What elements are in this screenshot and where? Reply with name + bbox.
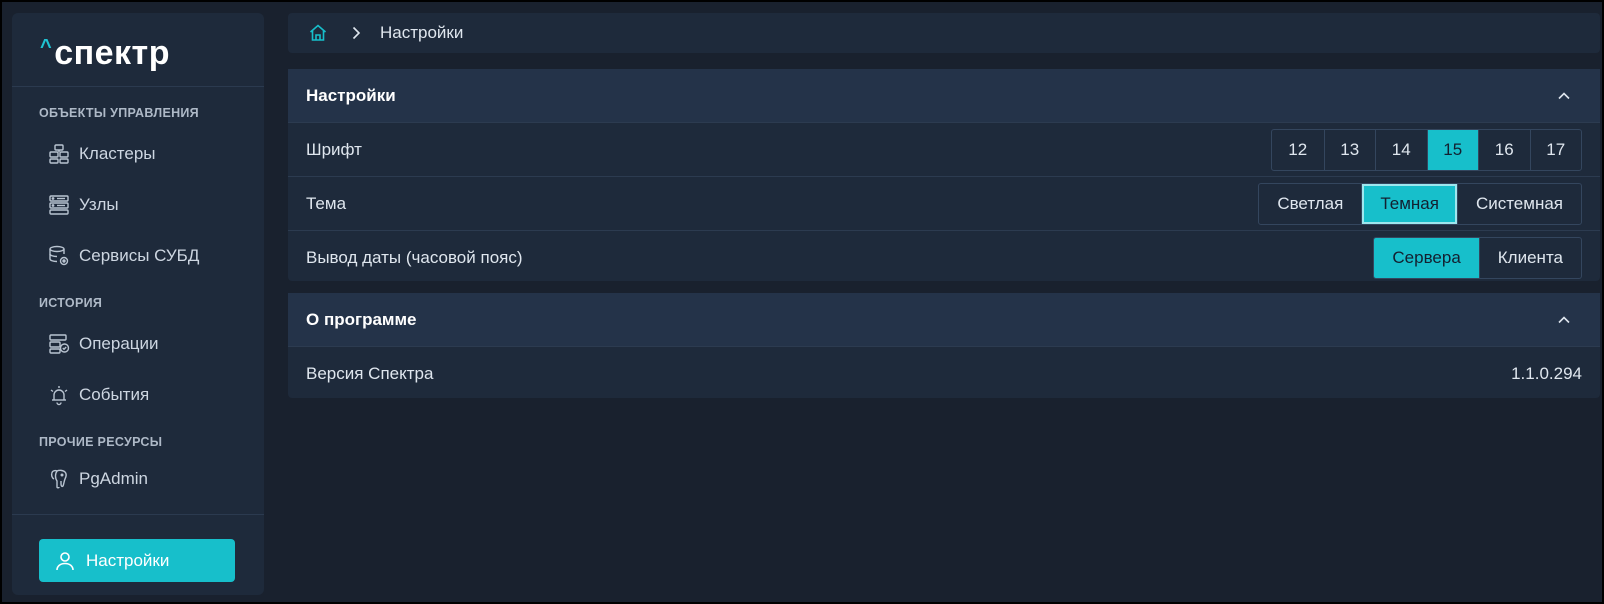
settings-panel: Настройки Шрифт 12 13 14 15 16 17 Тема С… [288,69,1600,281]
sidebar: ^спектр ОБЪЕКТЫ УПРАВЛЕНИЯ Кластеры Узлы… [12,13,264,595]
logo-text: спектр [54,34,170,72]
settings-button[interactable]: Настройки [39,539,235,582]
font-size-option-selected[interactable]: 15 [1426,129,1478,170]
timezone-row: Вывод даты (часовой пояс) Сервера Клиент… [288,231,1600,285]
app-window: ^спектр ОБЪЕКТЫ УПРАВЛЕНИЯ Кластеры Узлы… [2,2,1602,602]
sidebar-item-clusters[interactable]: Кластеры [48,138,156,170]
settings-panel-header[interactable]: Настройки [288,69,1600,123]
font-size-selector: 12 13 14 15 16 17 [1271,128,1582,171]
about-panel-header[interactable]: О программе [288,293,1600,347]
sidebar-divider [12,514,264,515]
version-label: Версия Спектра [306,364,434,383]
postgres-elephant-icon [48,468,70,490]
breadcrumb: Настройки [288,13,1600,53]
chevron-up-icon[interactable] [1556,88,1572,104]
sidebar-item-label: Операции [79,334,159,353]
user-icon [54,550,76,572]
sidebar-item-nodes[interactable]: Узлы [48,189,119,221]
chevron-up-icon[interactable] [1556,312,1572,328]
sidebar-item-label: Сервисы СУБД [79,246,200,265]
database-gear-icon [48,245,70,267]
sidebar-item-pgadmin[interactable]: PgAdmin [48,463,148,495]
logo[interactable]: ^спектр [40,34,170,73]
chevron-right-icon [348,25,364,41]
theme-label: Тема [306,193,347,213]
font-size-option[interactable]: 13 [1323,129,1376,170]
section-title-management: ОБЪЕКТЫ УПРАВЛЕНИЯ [39,106,199,120]
font-size-option[interactable]: 17 [1529,129,1582,170]
timezone-selector: Сервера Клиента [1373,237,1582,279]
timezone-option-server[interactable]: Сервера [1374,238,1479,278]
home-icon[interactable] [308,23,328,43]
sidebar-divider [12,86,264,87]
section-title-other-resources: ПРОЧИЕ РЕСУРСЫ [39,435,163,449]
cluster-icon [48,143,70,165]
sidebar-item-label: События [79,385,150,404]
font-size-option[interactable]: 12 [1272,130,1324,170]
version-value: 1.1.0.294 [1511,364,1582,383]
sidebar-item-dbms-services[interactable]: Сервисы СУБД [48,240,199,272]
sidebar-item-label: Узлы [79,195,119,214]
font-size-row: Шрифт 12 13 14 15 16 17 [288,123,1600,177]
alarm-bell-icon [48,384,70,406]
timezone-label: Вывод даты (часовой пояс) [306,248,523,267]
timezone-option-client[interactable]: Клиента [1478,238,1581,278]
section-title-history: ИСТОРИЯ [39,296,103,310]
version-row: Версия Спектра 1.1.0.294 [288,347,1600,401]
theme-row: Тема Светлая Темная Системная [288,177,1600,231]
logo-caret: ^ [40,36,53,58]
sidebar-item-events[interactable]: События [48,379,149,411]
font-size-option[interactable]: 14 [1375,129,1427,170]
sidebar-item-label: PgAdmin [79,469,148,488]
settings-button-label: Настройки [86,550,170,570]
sidebar-item-label: Кластеры [79,144,156,163]
theme-selector: Светлая Темная Системная [1258,182,1582,225]
panel-title: О программе [306,309,417,329]
sidebar-item-operations[interactable]: Операции [48,328,159,360]
about-panel: О программе Версия Спектра 1.1.0.294 [288,293,1600,398]
font-size-option[interactable]: 16 [1478,129,1530,170]
theme-option-dark[interactable]: Темная [1361,183,1457,224]
theme-option-light[interactable]: Светлая [1259,184,1361,224]
panel-title: Настройки [306,85,396,105]
server-icon [48,194,70,216]
theme-option-system[interactable]: Системная [1456,183,1581,224]
breadcrumb-current: Настройки [380,23,464,42]
font-size-label: Шрифт [306,139,362,159]
operations-icon [48,333,70,355]
